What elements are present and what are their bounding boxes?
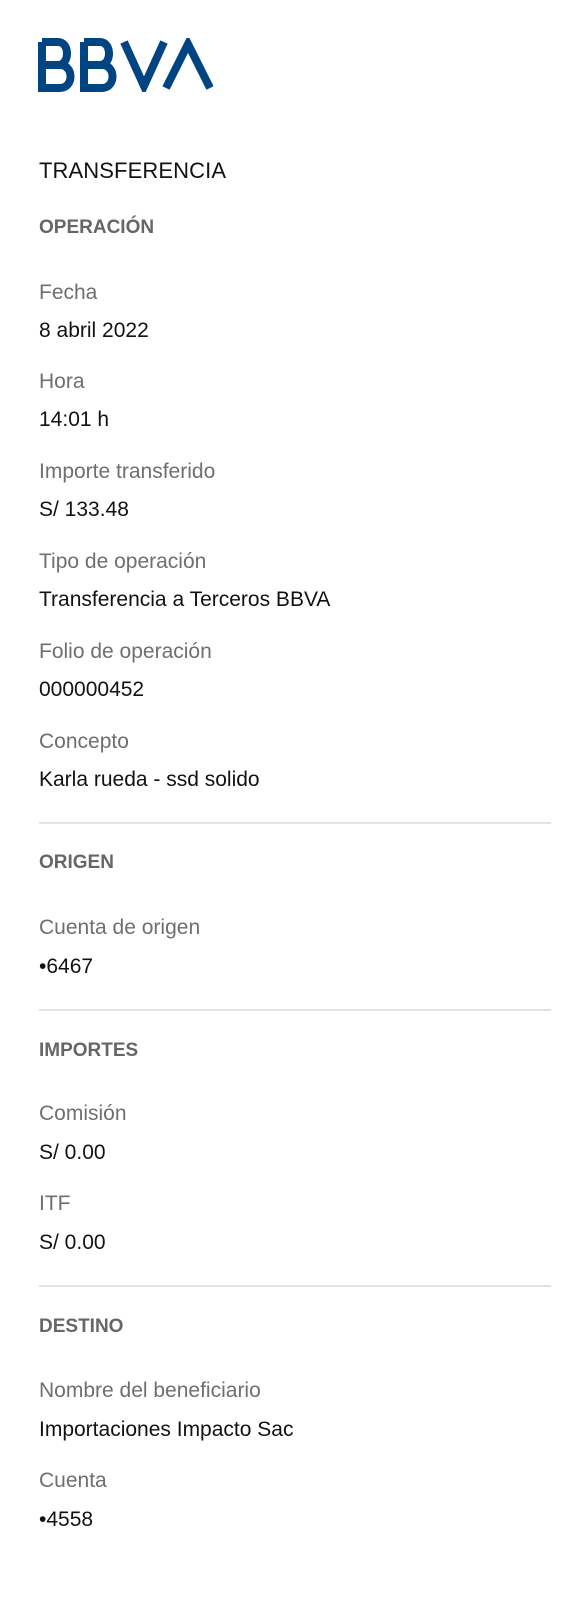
page-title: TRANSFERENCIA [39, 158, 227, 183]
cuenta-origen-value: •6467 [39, 955, 94, 978]
importe-value: S/ 133.48 [39, 498, 129, 521]
section-heading-origen: ORIGEN [39, 852, 114, 873]
bbva-logo [38, 38, 213, 92]
folio-label: Folio de operación [39, 640, 212, 663]
concepto-value: Karla rueda - ssd solido [39, 768, 260, 791]
cuenta-destino-value: •4558 [39, 1508, 94, 1531]
hora-label: Hora [39, 370, 85, 393]
comision-value: S/ 0.00 [39, 1141, 106, 1164]
itf-value: S/ 0.00 [39, 1231, 106, 1254]
itf-label: ITF [39, 1192, 71, 1215]
hora-value: 14:01 h [39, 408, 110, 431]
concepto-label: Concepto [39, 730, 129, 753]
importe-label: Importe transferido [39, 460, 216, 483]
transfer-receipt: TRANSFERENCIA OPERACIÓN Fecha 8 abril 20… [0, 0, 576, 1600]
tipo-operacion-label: Tipo de operación [39, 550, 207, 573]
cuenta-destino-label: Cuenta [39, 1469, 107, 1492]
comision-label: Comisión [39, 1102, 127, 1125]
folio-value: 000000452 [39, 678, 145, 701]
divider [39, 1009, 551, 1011]
divider [39, 1285, 551, 1287]
fecha-label: Fecha [39, 281, 98, 304]
beneficiario-label: Nombre del beneficiario [39, 1379, 261, 1402]
section-heading-destino: DESTINO [39, 1316, 124, 1337]
tipo-operacion-value: Transferencia a Terceros BBVA [39, 588, 331, 611]
fecha-value: 8 abril 2022 [39, 319, 149, 342]
beneficiario-value: Importaciones Impacto Sac [39, 1418, 294, 1441]
cuenta-origen-label: Cuenta de origen [39, 916, 201, 939]
divider [39, 822, 551, 824]
section-heading-importes: IMPORTES [39, 1040, 139, 1061]
section-heading-operacion: OPERACIÓN [39, 217, 155, 238]
